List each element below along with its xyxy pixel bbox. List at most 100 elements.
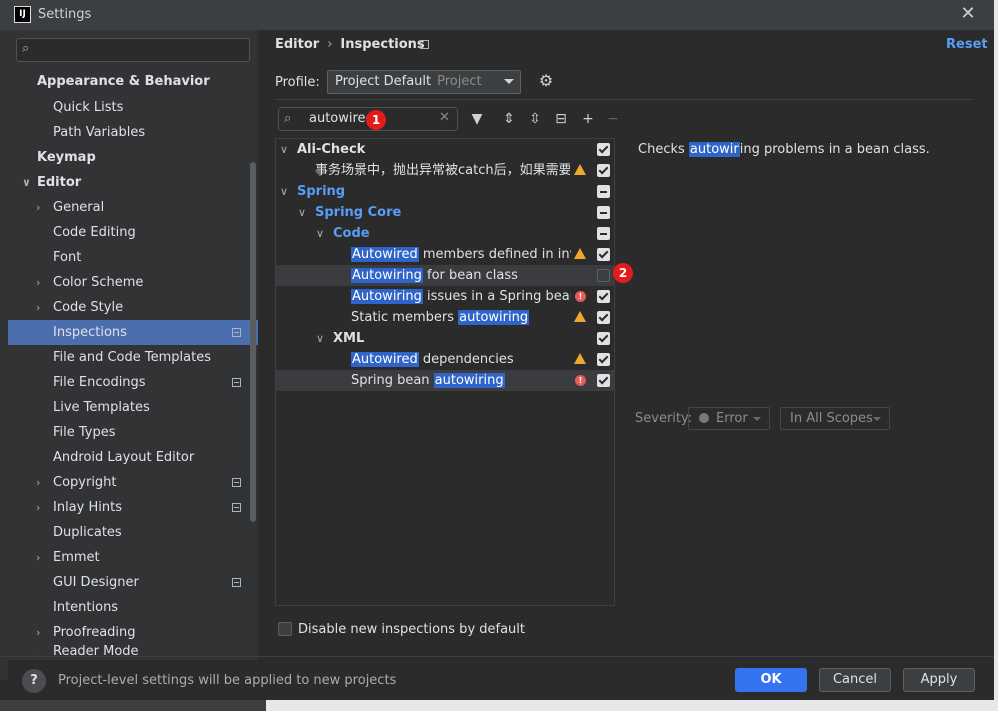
severity-select[interactable]: Error	[688, 407, 770, 430]
tree-row-spring[interactable]: ∨ Spring	[276, 181, 614, 202]
apply-button[interactable]: Apply	[903, 668, 975, 692]
checkbox-ali-item[interactable]	[597, 164, 610, 177]
scope-value: In All Scopes	[790, 411, 873, 426]
sidebar-item-reader-mode[interactable]: ›Reader Mode	[8, 645, 258, 656]
checkbox-ali-check[interactable]	[597, 143, 610, 156]
chevron-down-icon: ∨	[280, 143, 289, 156]
checkbox-spring-bean-autowiring[interactable]	[597, 374, 610, 387]
sidebar-item-duplicates[interactable]: Duplicates	[8, 520, 258, 545]
breadcrumb: Editor › Inspections	[275, 37, 425, 52]
close-icon[interactable]: ✕	[958, 4, 978, 24]
tree-row-autowired-dependencies[interactable]: Autowired dependencies	[276, 349, 614, 370]
gear-icon[interactable]: ⚙	[537, 72, 555, 90]
sidebar-scrollbar[interactable]	[250, 162, 256, 522]
warning-icon	[574, 353, 586, 364]
breadcrumb-editor[interactable]: Editor	[275, 37, 319, 52]
tree-row-spring-bean-autowiring[interactable]: Spring bean autowiring	[276, 370, 614, 391]
sidebar-item-color-scheme[interactable]: › Color Scheme	[8, 270, 258, 295]
sidebar-item-appearance-behavior[interactable]: Appearance & Behavior	[8, 69, 258, 94]
dropdown-arrow-icon	[873, 417, 881, 421]
sidebar-item-code-editing[interactable]: Code Editing	[8, 220, 258, 245]
inspection-description: Checks autowiring problems in a bean cla…	[638, 142, 930, 157]
chevron-down-icon: ∨	[316, 332, 325, 345]
severity-value: Error	[716, 411, 748, 426]
breadcrumb-separator: ›	[327, 37, 333, 52]
checkbox-autowired-dependencies[interactable]	[597, 353, 610, 366]
scope-select[interactable]: In All Scopes	[780, 407, 890, 430]
chevron-right-icon: ›	[36, 301, 41, 314]
sidebar-item-quick-lists[interactable]: Quick Lists	[8, 95, 258, 120]
background-desktop	[994, 0, 998, 711]
tree-row-autowiring-bean-class[interactable]: Autowiring for bean class	[276, 265, 614, 286]
sidebar-item-android-layout-editor[interactable]: Android Layout Editor	[8, 445, 258, 470]
annotation-badge-2: 2	[613, 263, 633, 283]
disable-new-inspections-label[interactable]: Disable new inspections by default	[298, 622, 525, 637]
profile-label: Profile:	[275, 75, 320, 90]
checkbox-autowiring-bean-class[interactable]	[597, 269, 610, 282]
sidebar-item-inspections[interactable]: Inspections	[8, 320, 258, 345]
checkbox-autowiring-issues[interactable]	[597, 290, 610, 303]
chevron-right-icon: ›	[36, 201, 41, 214]
annotation-badge-1: 1	[366, 110, 386, 130]
tree-row-code[interactable]: ∨ Code	[276, 223, 614, 244]
remove-icon[interactable]: −	[604, 110, 622, 128]
reset-to-default-icon[interactable]: ⊟	[552, 110, 570, 128]
chevron-down-icon: ∨	[22, 176, 31, 189]
divider	[275, 99, 974, 100]
tree-row-ali-item[interactable]: 事务场景中，抛出异常被catch后，如果需要回滚	[276, 160, 614, 181]
background-window-edge	[0, 30, 8, 680]
filter-icon[interactable]: ▼	[468, 110, 486, 128]
sidebar-item-keymap[interactable]: Keymap	[8, 145, 258, 170]
sidebar-search-input[interactable]: ⌕	[16, 38, 250, 62]
dropdown-arrow-icon	[753, 417, 761, 421]
tree-row-static-members[interactable]: Static members autowiring	[276, 307, 614, 328]
sidebar-item-editor[interactable]: ∨ Editor	[8, 170, 258, 195]
sidebar-item-font[interactable]: Font	[8, 245, 258, 270]
tree-row-xml[interactable]: ∨ XML	[276, 328, 614, 349]
sidebar-item-code-style[interactable]: › Code Style	[8, 295, 258, 320]
window-title: Settings	[38, 7, 92, 22]
checkbox-code[interactable]	[597, 227, 610, 240]
tree-row-autowired-members[interactable]: Autowired members defined in invalid	[276, 244, 614, 265]
profile-select[interactable]: Project Default Project	[327, 70, 521, 94]
checkbox-static-members[interactable]	[597, 311, 610, 324]
chevron-down-icon: ∨	[316, 227, 325, 240]
sidebar-item-live-templates[interactable]: Live Templates	[8, 395, 258, 420]
sidebar-item-general[interactable]: › General	[8, 195, 258, 220]
chevron-down-icon: ∨	[298, 206, 307, 219]
help-icon[interactable]: ?	[22, 669, 46, 693]
sidebar-item-gui-designer[interactable]: GUI Designer	[8, 570, 258, 595]
sidebar-item-file-types[interactable]: File Types	[8, 420, 258, 445]
sidebar-item-proofreading[interactable]: › Proofreading	[8, 620, 258, 645]
tree-row-ali-check[interactable]: ∨ Ali-Check	[276, 139, 614, 160]
sidebar-item-emmet[interactable]: › Emmet	[8, 545, 258, 570]
sidebar-item-inlay-hints[interactable]: › Inlay Hints	[8, 495, 258, 520]
checkbox-xml[interactable]	[597, 332, 610, 345]
collapse-all-icon[interactable]: ⇳	[526, 110, 544, 128]
sidebar-item-intentions[interactable]: Intentions	[8, 595, 258, 620]
add-icon[interactable]: +	[579, 110, 597, 128]
cancel-button[interactable]: Cancel	[819, 668, 891, 692]
reset-link[interactable]: Reset	[946, 37, 988, 52]
checkbox-spring-core[interactable]	[597, 206, 610, 219]
ok-button[interactable]: OK	[735, 668, 807, 692]
clear-icon[interactable]: ✕	[439, 110, 450, 125]
chevron-right-icon: ›	[36, 476, 41, 489]
project-scope-icon	[232, 328, 241, 337]
sidebar-item-file-code-templates[interactable]: File and Code Templates	[8, 345, 258, 370]
sidebar-item-copyright[interactable]: › Copyright	[8, 470, 258, 495]
project-scope-icon	[232, 378, 241, 387]
expand-all-icon[interactable]: ⇕	[500, 110, 518, 128]
profile-sub: Project	[437, 74, 482, 89]
checkbox-spring[interactable]	[597, 185, 610, 198]
breadcrumb-inspections: Inspections	[340, 37, 425, 52]
disable-new-inspections-checkbox[interactable]	[278, 622, 292, 636]
background-window-bottom	[0, 700, 266, 711]
sidebar-item-file-encodings[interactable]: File Encodings	[8, 370, 258, 395]
warning-icon	[574, 164, 586, 175]
error-icon: !	[575, 291, 586, 302]
tree-row-spring-core[interactable]: ∨ Spring Core	[276, 202, 614, 223]
tree-row-autowiring-issues[interactable]: Autowiring issues in a Spring bean cla	[276, 286, 614, 307]
checkbox-autowired-members[interactable]	[597, 248, 610, 261]
sidebar-item-path-variables[interactable]: Path Variables	[8, 120, 258, 145]
